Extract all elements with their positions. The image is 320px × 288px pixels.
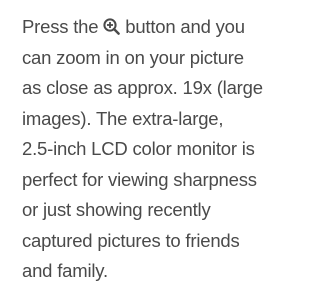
paragraph-line-5: 2.5-inch LCD color monitor is bbox=[22, 138, 255, 159]
line-1-text-after: button and you bbox=[120, 16, 245, 37]
page: { "paragraph": { "lines": [ {"before": "… bbox=[0, 0, 309, 288]
paragraph-line-4: images). The extra-large, bbox=[22, 107, 224, 129]
zoom-in-magnifier-icon bbox=[103, 18, 121, 35]
paragraph-line-2: can zoom in on your picture bbox=[22, 46, 244, 68]
paragraph-line-9: and family. bbox=[22, 260, 108, 281]
paragraph-line-6: perfect for viewing sharpness bbox=[22, 168, 257, 190]
paragraph-line-3: as close as approx. 19x (large bbox=[22, 77, 263, 98]
zoom-description-paragraph: Press the button and you can zoom in on … bbox=[22, 12, 312, 287]
paragraph-line-8: captured pictures to friends bbox=[22, 229, 240, 251]
paragraph-line-1: Press the button and you bbox=[22, 12, 312, 43]
line-1-text-before: Press the bbox=[22, 16, 104, 37]
paragraph-line-7: or just showing recently bbox=[22, 199, 211, 220]
